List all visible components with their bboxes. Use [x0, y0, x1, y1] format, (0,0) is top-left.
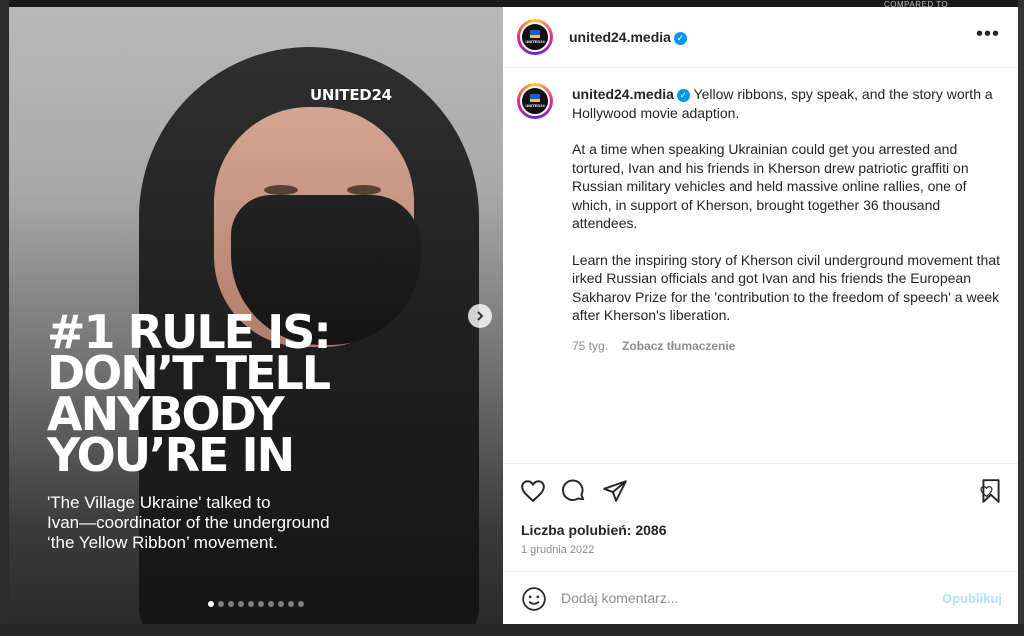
avatar-word: UNITED24 [525, 39, 545, 44]
carousel-dot [208, 601, 214, 607]
likes-count[interactable]: Liczba polubień: 2086 [521, 522, 666, 538]
carousel-dots [9, 601, 503, 607]
more-options-button[interactable]: ••• [976, 24, 1000, 44]
caption-username[interactable]: united24.media [572, 86, 674, 102]
save-button[interactable] [978, 478, 1004, 504]
post-header: UNITED24 united24.media ✓ ••• [503, 7, 1018, 68]
media-subtext: 'The Village Ukraine' talked to Ivan—coo… [47, 493, 330, 552]
avatar-inner: UNITED24 [520, 22, 550, 52]
bookmark-icon [982, 479, 1000, 503]
comment-input[interactable] [561, 588, 921, 608]
verified-badge-icon: ✓ [673, 31, 687, 45]
carousel-dot [218, 601, 224, 607]
carousel-dot [288, 601, 294, 607]
brand-logo: UNITED24 [310, 86, 392, 104]
flag-icon [530, 94, 540, 102]
background-tile-bottom [0, 624, 1024, 636]
translate-link[interactable]: Zobacz tłumaczenie [622, 339, 735, 353]
header-username[interactable]: united24.media ✓ [569, 29, 687, 45]
action-bar: Liczba polubień: 2086 1 grudnia 2022 [503, 463, 1018, 574]
caption-text: united24.media ✓ Yellow ribbons, spy spea… [572, 85, 1002, 343]
photo-eye-right [347, 185, 381, 195]
chevron-right-icon [477, 311, 484, 321]
carousel-dot [278, 601, 284, 607]
background-tile-right [1018, 0, 1024, 636]
carousel-dot [228, 601, 234, 607]
caption-avatar-inner: UNITED24 [520, 86, 550, 116]
comment-button[interactable] [561, 478, 587, 504]
avatar[interactable]: UNITED24 [517, 19, 553, 55]
comment-icon [562, 479, 585, 501]
caption-avatar[interactable]: UNITED24 [517, 83, 553, 119]
media-headline: #1 RULE IS: DON’T TELL ANYBODY YOU’RE IN [47, 305, 332, 482]
photo-eye-left [264, 185, 298, 195]
carousel-dot [248, 601, 254, 607]
post-panel: UNITED24 united24.media ✓ ••• UNITED24 un… [503, 7, 1018, 624]
emoji-button[interactable] [521, 586, 547, 617]
post-date: 1 grudnia 2022 [521, 544, 595, 556]
caption-age[interactable]: 75 tyg. [572, 339, 608, 353]
caption-paragraph-2: At a time when speaking Ukrainian could … [572, 141, 969, 231]
send-icon [603, 480, 627, 502]
carousel-dot [298, 601, 304, 607]
header-username-text: united24.media [569, 29, 671, 45]
next-slide-button[interactable] [468, 304, 492, 328]
share-button[interactable] [602, 478, 628, 504]
emoji-icon [522, 587, 546, 611]
post-comment-button[interactable]: Opublikuj [942, 591, 1002, 606]
flag-icon [530, 30, 540, 38]
heart-icon [521, 480, 545, 503]
carousel-dot [238, 601, 244, 607]
carousel-dot [268, 601, 274, 607]
comment-bar: Opublikuj [503, 571, 1018, 625]
post-media[interactable]: UNITED24 #1 RULE IS: DON’T TELL ANYBODY … [9, 7, 503, 624]
caption-meta: 75 tyg. Zobacz tłumaczenie [572, 339, 735, 353]
caption-avatar-word: UNITED24 [525, 103, 545, 108]
caption-paragraph-3: Learn the inspiring story of Kherson civ… [572, 251, 1001, 324]
background-tile-left [0, 0, 9, 636]
verified-badge-icon: ✓ [676, 88, 690, 102]
like-button[interactable] [520, 478, 546, 504]
carousel-dot [258, 601, 264, 607]
